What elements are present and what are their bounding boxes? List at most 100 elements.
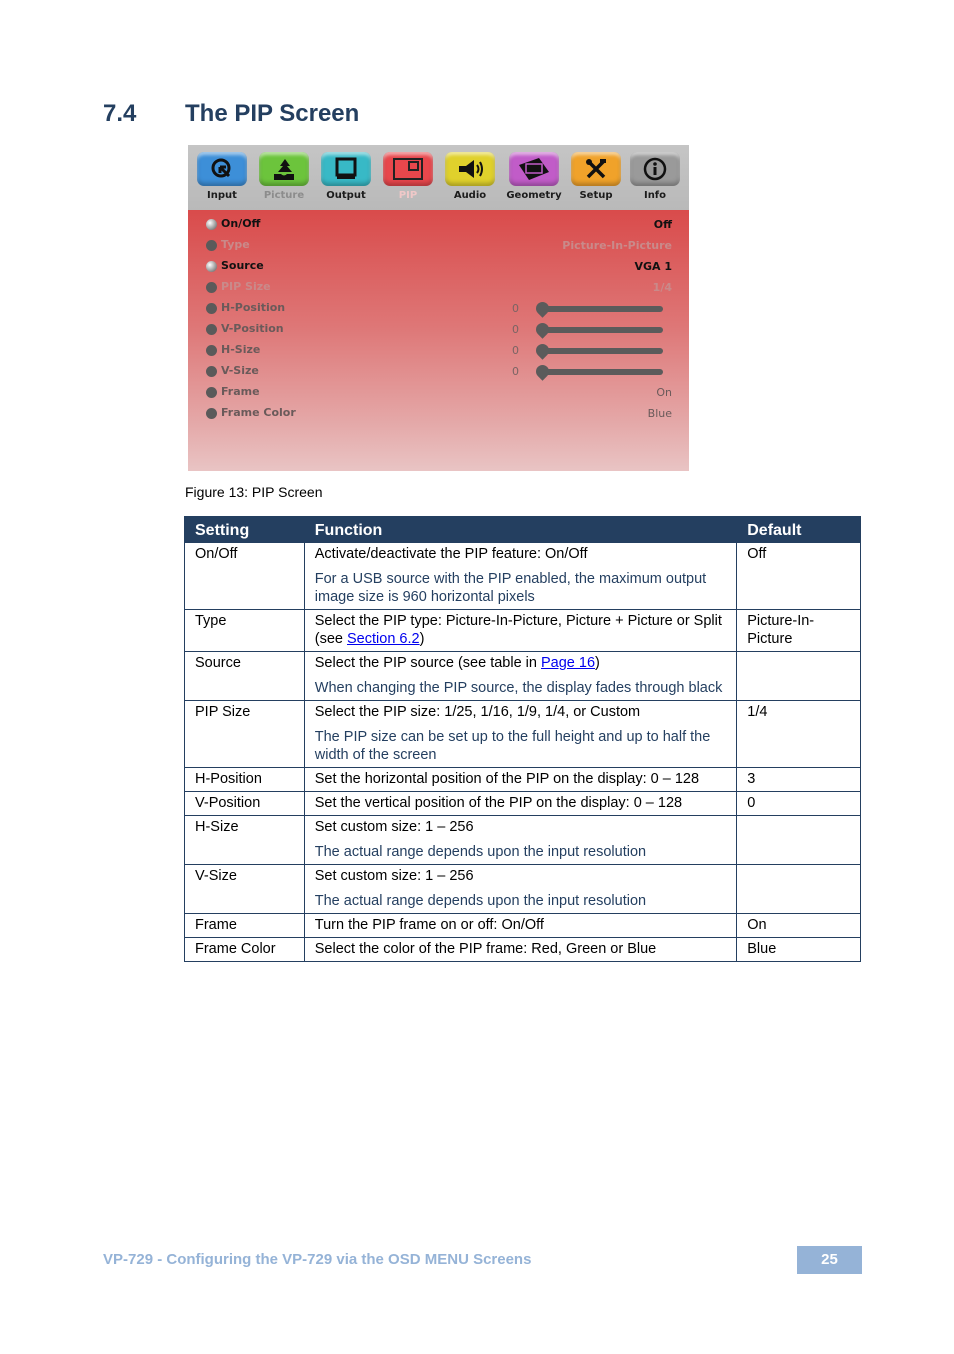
section-heading: 7.4 The PIP Screen [103,100,359,128]
slider-knob[interactable] [533,341,552,360]
slider-track[interactable] [533,299,663,318]
osd-row-pip-size[interactable]: PIP Size 1/4 [206,278,672,298]
default-cell: Picture-In-Picture [736,609,861,652]
osd-row-name: Frame Color [221,406,296,419]
figure-caption: Figure 13: PIP Screen [185,484,323,500]
picture-tree-icon [259,152,309,186]
function-cell: Turn the PIP frame on or off: On/Off [303,913,738,938]
osd-menu-bar: Input Picture Output PIP Audio Geometry … [188,145,689,210]
default-cell: 0 [736,791,861,816]
audio-megaphone-icon [445,152,495,186]
column-header-function: Function [303,516,738,543]
function-note: The PIP size can be set up to the full h… [314,729,711,763]
default-cell [736,651,861,701]
function-cell: Set the vertical position of the PIP on … [303,791,738,816]
setting-cell: Frame [184,913,305,938]
slider-track[interactable] [533,341,663,360]
default-cell [736,815,861,865]
osd-row-name: V-Position [221,322,284,335]
osd-tab-label: PIP [398,190,418,201]
default-cell: Blue [736,937,861,962]
table-row: H-Size Set custom size: 1 – 256 The actua… [184,815,861,865]
osd-tab-input[interactable]: Input [191,152,253,201]
slider-knob[interactable] [533,362,552,381]
table-row: Frame Color Select the color of the PIP … [184,937,861,962]
setting-cell: V-Position [184,791,305,816]
bullet-icon [206,408,217,419]
osd-row-value: 0 [512,302,519,315]
bullet-icon [206,219,217,230]
table-row: Source Select the PIP source (see table … [184,651,861,701]
slider-knob[interactable] [533,299,552,318]
osd-row-v-position[interactable]: V-Position 0 [206,320,672,340]
osd-tab-setup[interactable]: Setup [565,152,627,201]
osd-row-v-size[interactable]: V-Size 0 [206,362,672,382]
setting-cell: PIP Size [184,700,305,768]
pip-settings-table: Setting Function Default On/Off Activate… [184,516,861,962]
function-text: ) [595,655,600,671]
osd-row-name: PIP Size [221,280,271,293]
table-row: H-Position Set the horizontal position o… [184,767,861,792]
function-text: ) [419,631,425,647]
osd-row-name: On/Off [221,217,261,230]
osd-row-h-position[interactable]: H-Position 0 [206,299,672,319]
setup-tools-icon [571,152,621,186]
slider-track[interactable] [533,320,663,339]
osd-row-on-off[interactable]: On/Off Off [206,215,672,235]
bullet-icon [206,240,217,251]
function-cell: Select the PIP size: 1/25, 1/16, 1/9, 1/… [303,700,738,768]
default-cell: On [736,913,861,938]
osd-tab-label: Output [326,190,366,201]
function-note: The actual range depends upon the input … [314,844,647,860]
osd-tab-label: Input [207,190,237,201]
bullet-icon [206,282,217,293]
osd-row-name: Frame [221,385,260,398]
bullet-icon [206,387,217,398]
bullet-icon [206,324,217,335]
default-cell [736,864,861,914]
bullet-icon [206,303,217,314]
osd-row-type[interactable]: Type Picture-In-Picture [206,236,672,256]
osd-row-source[interactable]: Source VGA 1 [206,257,672,277]
osd-tab-label: Picture [263,190,305,201]
osd-row-frame[interactable]: Frame On [206,383,672,403]
function-cell: Select the PIP source (see table in Page… [303,651,738,701]
osd-row-name: Source [221,259,264,272]
slider-track[interactable] [533,362,663,381]
osd-row-h-size[interactable]: H-Size 0 [206,341,672,361]
osd-tab-label: Info [643,190,667,201]
osd-row-value: Off [653,218,672,231]
osd-row-value: 0 [512,344,519,357]
footer-title: VP-729 - Configuring the VP-729 via the … [103,1251,532,1268]
osd-tab-pip[interactable]: PIP [377,152,439,201]
function-cell: Set custom size: 1 – 256 The actual range… [303,815,738,865]
osd-tab-geometry[interactable]: Geometry [503,152,565,201]
setting-cell: On/Off [184,542,305,610]
function-note: When changing the PIP source, the displa… [314,680,723,696]
default-cell: 1/4 [736,700,861,768]
osd-tab-info[interactable]: Info [624,152,686,201]
function-text: Set custom size: 1 – 256 [314,819,474,835]
section-link[interactable]: Section 6.2 [347,631,420,647]
slider-knob[interactable] [533,320,552,339]
osd-tab-label: Geometry [506,190,562,201]
osd-tab-audio[interactable]: Audio [439,152,501,201]
osd-row-name: Type [221,238,250,251]
table-row: On/Off Activate/deactivate the PIP featu… [184,542,861,610]
bullet-icon [206,345,217,356]
bullet-icon [206,366,217,377]
setting-cell: V-Size [184,864,305,914]
osd-row-value: On [656,386,672,399]
osd-row-frame-color[interactable]: Frame Color Blue [206,404,672,424]
setting-cell: H-Position [184,767,305,792]
osd-tab-label: Setup [579,190,613,201]
function-text: Select the PIP source (see table in [314,655,541,671]
osd-row-value: 0 [512,323,519,336]
setting-cell: Frame Color [184,937,305,962]
osd-tab-picture[interactable]: Picture [253,152,315,201]
osd-row-value: Picture-In-Picture [562,239,672,252]
page-link[interactable]: Page 16 [541,655,595,671]
osd-tab-output[interactable]: Output [315,152,377,201]
function-note: For a USB source with the PIP enabled, t… [314,571,707,605]
osd-pip-menu: On/Off Off Type Picture-In-Picture Sourc… [188,210,689,471]
